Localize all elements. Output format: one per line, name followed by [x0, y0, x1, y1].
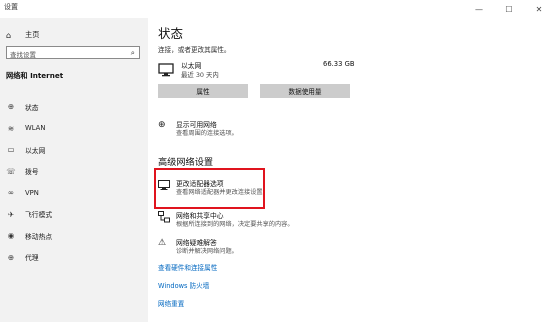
highlight-box [154, 168, 265, 209]
sidebar-item-hotspot[interactable]: ◉ 移动热点 [0, 225, 148, 247]
sidebar-item-ethernet[interactable]: ▭ 以太网 [0, 139, 148, 161]
sidebar-item-dialup[interactable]: ☏ 拨号 [0, 161, 148, 183]
page-title: 状态 [158, 26, 184, 41]
home-button[interactable]: ⌂ 主页 [6, 28, 39, 42]
warning-icon: ⚠ [158, 238, 167, 248]
firewall-link[interactable]: Windows 防火墙 [158, 280, 209, 290]
sidebar-item-airplane[interactable]: ✈ 飞行模式 [0, 204, 148, 226]
sidebar-item-status[interactable]: ⊕ 状态 [0, 96, 148, 118]
sidebar-item-vpn[interactable]: ∞ VPN [0, 182, 148, 204]
network-globe-icon: ⊕ [158, 120, 166, 130]
maximize-icon[interactable]: ☐ [494, 0, 524, 18]
advanced-settings-heading: 高级网络设置 [158, 157, 214, 168]
home-label: 主页 [25, 30, 40, 39]
window-controls: — ☐ ✕ [464, 0, 554, 18]
sidebar-item-label: 飞行模式 [25, 211, 53, 220]
wifi-icon: ≋ [7, 123, 15, 133]
sidebar: ⌂ 主页 查找设置 ⌕ 网络和 Internet ⊕ 状态 ≋ WLAN ▭ 以… [0, 18, 148, 322]
sidebar-item-label: WLAN [25, 124, 46, 133]
search-placeholder: 查找设置 [10, 50, 36, 59]
network-reset-link[interactable]: 网络重置 [158, 298, 184, 308]
settings-window: 设置 — ☐ ✕ ⌂ 主页 查找设置 ⌕ 网络和 Internet ⊕ 状态 ≋… [0, 0, 554, 322]
globe-icon: ⊕ [7, 102, 15, 112]
hardware-properties-link[interactable]: 查看硬件和连接属性 [158, 262, 217, 272]
vpn-icon: ∞ [7, 188, 15, 198]
hotspot-icon: ◉ [7, 231, 15, 241]
sidebar-item-label: 代理 [25, 254, 39, 263]
sidebar-item-label: 状态 [25, 103, 39, 112]
ethernet-icon: ▭ [7, 145, 15, 155]
sidebar-item-label: 移动热点 [25, 232, 53, 241]
sidebar-item-label: 以太网 [25, 146, 46, 155]
airplane-icon: ✈ [7, 209, 15, 219]
sidebar-item-label: VPN [25, 188, 39, 197]
window-title: 设置 [4, 3, 18, 11]
sharing-center-icon [158, 211, 170, 223]
data-usage-button[interactable]: 数据使用量 [260, 84, 350, 98]
ethernet-monitor-icon [158, 63, 174, 77]
home-icon: ⌂ [6, 30, 12, 40]
data-used: 66.33 GB [323, 60, 355, 68]
minimize-icon[interactable]: — [464, 0, 494, 18]
sidebar-section-title: 网络和 Internet [6, 71, 64, 80]
phone-icon: ☏ [6, 166, 16, 176]
sidebar-nav: ⊕ 状态 ≋ WLAN ▭ 以太网 ☏ 拨号 ∞ VPN ✈ 飞行模式 ◉ 移动… [0, 96, 148, 268]
connection-period: 最近 30 天内 [181, 71, 219, 79]
properties-button[interactable]: 属性 [158, 84, 248, 98]
troubleshoot-desc: 诊断并解决网络问题。 [176, 248, 238, 255]
title-bar: 设置 — ☐ ✕ [0, 0, 554, 18]
sidebar-item-proxy[interactable]: ⊕ 代理 [0, 247, 148, 269]
close-icon[interactable]: ✕ [524, 0, 554, 18]
globe-icon: ⊕ [7, 252, 15, 262]
sidebar-item-wlan[interactable]: ≋ WLAN [0, 118, 148, 140]
show-networks-desc: 查看周围的连接选项。 [176, 130, 238, 137]
search-icon[interactable]: ⌕ [131, 48, 135, 58]
connection-name: 以太网 [181, 62, 202, 70]
page-subtitle: 连接，或者更改其属性。 [158, 46, 231, 54]
sharing-center-desc: 根据所连接到的网络，决定要共享的内容。 [176, 221, 294, 228]
sidebar-item-label: 拨号 [25, 168, 39, 177]
search-input[interactable]: 查找设置 ⌕ [6, 46, 140, 59]
